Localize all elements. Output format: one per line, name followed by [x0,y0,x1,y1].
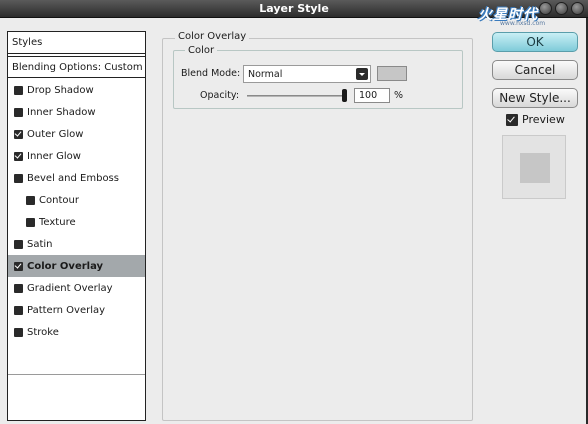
blending-options-label: Blending Options: Custom [12,61,143,73]
style-preview [502,135,566,199]
opacity-label: Opacity: [200,90,240,101]
style-item-label: Inner Shadow [27,106,96,118]
opacity-slider-thumb[interactable] [342,89,347,102]
list-divider [8,374,145,375]
style-item-label: Inner Glow [27,150,81,162]
opacity-unit: % [394,90,404,101]
checkbox-icon[interactable] [14,283,23,293]
checkbox-icon[interactable] [14,305,23,315]
ok-button[interactable]: OK [492,32,578,52]
style-item-pattern-overlay[interactable]: Pattern Overlay [8,299,145,321]
watermark-url: www.hxsd.com [500,20,546,27]
style-item-contour[interactable]: Contour [8,189,145,211]
style-item-bevel-and-emboss[interactable]: Bevel and Emboss [8,167,145,189]
color-group-title: Color [185,45,218,56]
checkbox-icon[interactable] [14,173,23,183]
style-item-satin[interactable]: Satin [8,233,145,255]
checkbox-icon[interactable] [506,113,518,126]
opacity-value: 100 [359,90,378,101]
style-item-label: Contour [39,194,79,206]
blending-options-item[interactable]: Blending Options: Custom [8,56,145,78]
style-item-label: Outer Glow [27,128,84,140]
style-item-label: Satin [27,238,53,250]
styles-header-label: Styles [12,37,43,48]
checkbox-icon[interactable] [26,217,35,227]
opacity-input[interactable]: 100 [354,88,390,103]
preview-label: Preview [522,113,565,126]
style-item-label: Color Overlay [27,260,104,272]
style-item-outer-glow[interactable]: Outer Glow [8,123,145,145]
checkbox-icon[interactable] [14,239,23,249]
style-item-gradient-overlay[interactable]: Gradient Overlay [8,277,145,299]
style-item-stroke[interactable]: Stroke [8,321,145,343]
overlay-color-swatch[interactable] [377,66,407,81]
blend-mode-select[interactable]: Normal [243,65,371,83]
style-item-color-overlay[interactable]: Color Overlay [8,255,145,277]
opacity-slider-track[interactable] [247,95,347,97]
style-item-inner-shadow[interactable]: Inner Shadow [8,101,145,123]
new-style-button[interactable]: New Style... [492,88,578,108]
style-item-texture[interactable]: Texture [8,211,145,233]
watermark-logo: 火星时代 www.hxsd.com [478,4,588,30]
checkbox-icon[interactable] [14,85,23,95]
checkbox-icon[interactable] [14,107,23,117]
style-item-label: Pattern Overlay [27,304,106,316]
checkbox-icon[interactable] [14,151,23,161]
preview-swatch [520,153,550,183]
checkbox-icon[interactable] [14,327,23,337]
chevron-down-icon[interactable] [356,68,368,80]
blend-mode-value: Normal [248,69,283,80]
style-item-inner-glow[interactable]: Inner Glow [8,145,145,167]
style-item-label: Stroke [27,326,59,338]
preview-checkbox[interactable]: Preview [506,113,565,126]
checkbox-icon[interactable] [14,261,23,271]
styles-list: Styles Blending Options: Custom Drop Sha… [7,31,146,421]
blend-mode-label: Blend Mode: [181,68,241,79]
styles-header[interactable]: Styles [8,32,145,54]
style-item-label: Texture [39,216,76,228]
style-item-drop-shadow[interactable]: Drop Shadow [8,79,145,101]
style-item-label: Gradient Overlay [27,282,113,294]
style-item-label: Drop Shadow [27,84,94,96]
style-item-label: Bevel and Emboss [27,172,119,184]
checkbox-icon[interactable] [14,129,23,139]
cancel-button[interactable]: Cancel [492,60,578,80]
checkbox-icon[interactable] [26,195,35,205]
color-overlay-title: Color Overlay [175,31,250,42]
